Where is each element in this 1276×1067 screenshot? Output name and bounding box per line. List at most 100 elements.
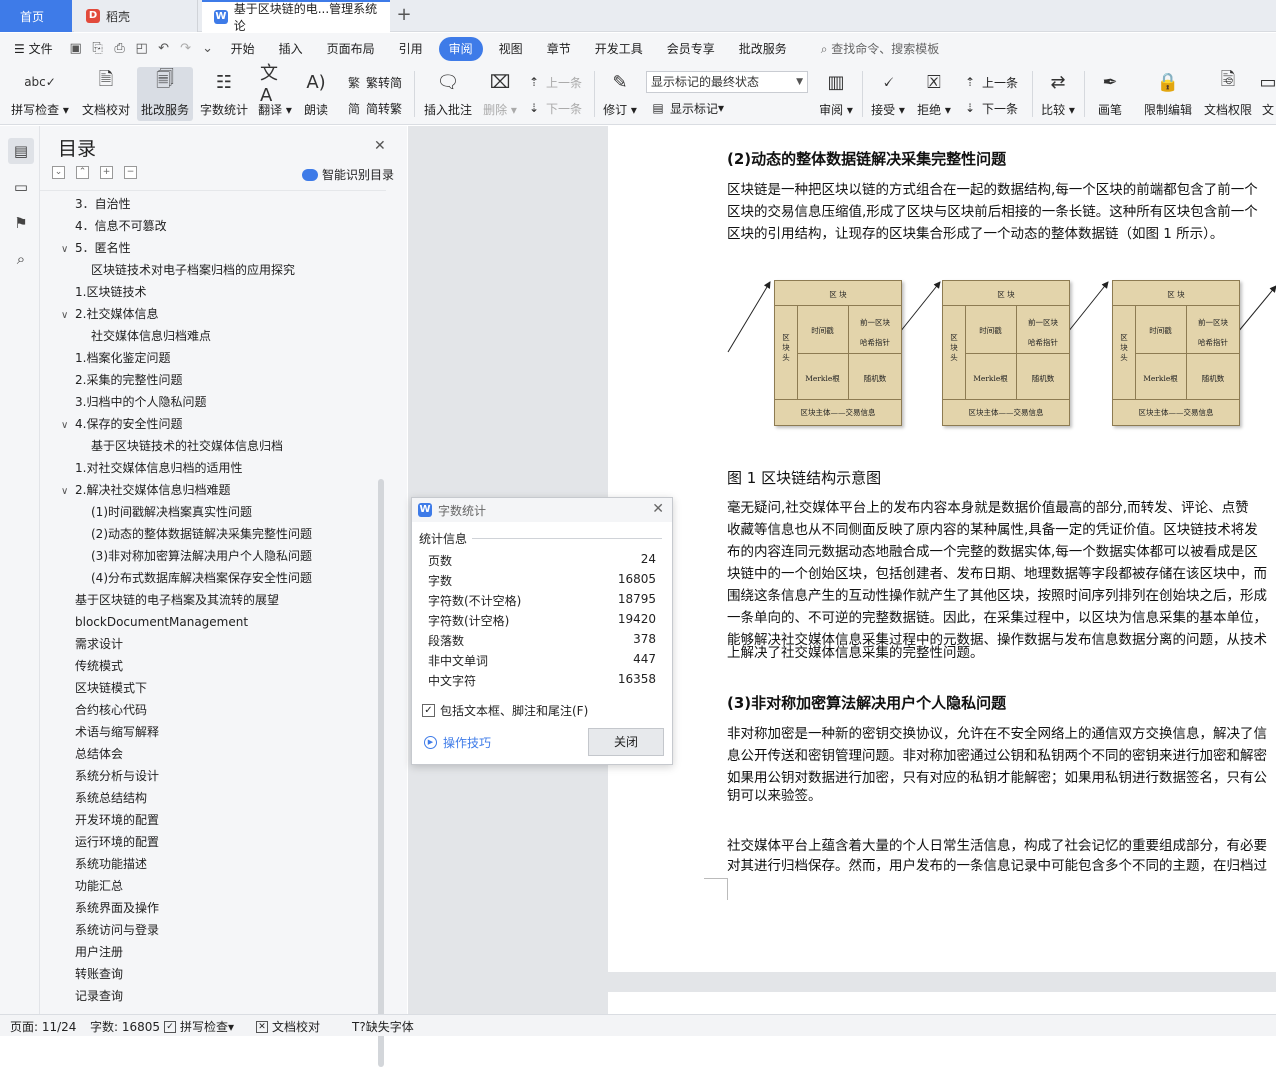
menu-start[interactable]: 开始 — [219, 37, 267, 61]
chevron-down-icon[interactable]: ∨ — [61, 305, 75, 327]
remove-heading-icon[interactable]: − — [124, 166, 137, 179]
toc-item[interactable]: 运行环境的配置 — [75, 831, 159, 853]
delete-comment-button[interactable]: ⌧ 删除 ▾ — [480, 67, 520, 121]
toc-item[interactable]: 区块链模式下 — [75, 677, 147, 699]
export-pdf-icon[interactable]: ⎘ — [87, 37, 109, 61]
menu-member[interactable]: 会员专享 — [655, 37, 727, 61]
trad-to-simp-button[interactable]: 繁繁转简 — [346, 71, 402, 93]
toc-item[interactable]: 区块链技术对电子档案归档的应用探究 — [91, 259, 295, 281]
print-preview-icon[interactable]: ◰ — [131, 37, 153, 61]
search-icon[interactable]: ⌕ — [8, 246, 34, 272]
chevron-down-icon[interactable]: ∨ — [61, 415, 75, 437]
navigation-panel-icon[interactable]: ▭ — [8, 174, 34, 200]
toc-item[interactable]: 总结体会 — [75, 743, 123, 765]
next-page[interactable] — [608, 992, 1276, 1014]
prev-comment-button[interactable]: ⇡ 上一条 — [526, 71, 582, 93]
smart-toc-button[interactable]: 智能识别目录 — [302, 166, 394, 183]
print-icon[interactable]: ⎙ — [109, 37, 131, 61]
file-menu[interactable]: ☰ 文件 — [0, 37, 65, 61]
review-pane-button[interactable]: ▥ 审阅 ▾ — [816, 67, 856, 121]
redo-icon[interactable]: ↷ — [175, 37, 197, 61]
toc-item[interactable]: (3)非对称加密算法解决用户个人隐私问题 — [91, 545, 312, 567]
prev-change-button[interactable]: ⇡ 上一条 — [962, 71, 1018, 93]
toc-item[interactable]: 记录查询 — [75, 985, 123, 1007]
toc-item[interactable]: (1)时间戳解决档案真实性问题 — [91, 501, 252, 523]
toc-item[interactable]: 需求设计 — [75, 633, 123, 655]
toc-item[interactable]: 合约核心代码 — [75, 699, 147, 721]
collapse-down-icon[interactable]: ⌄ — [52, 166, 65, 179]
proofread-button[interactable]: 🗎 文档校对 — [78, 67, 134, 121]
pen-button[interactable]: ✒ 画笔 — [1092, 67, 1128, 121]
toc-item[interactable]: 系统访问与登录 — [75, 919, 159, 941]
close-icon[interactable]: ✕ — [652, 501, 664, 517]
toc-item[interactable]: 基于区块链的电子档案及其流转的展望 — [75, 589, 279, 611]
toc-item[interactable]: 4．信息不可篡改 — [75, 215, 167, 237]
toc-item[interactable]: 3．自治性 — [75, 193, 131, 215]
page-indicator[interactable]: 页面: 11/24 — [10, 1018, 76, 1035]
toc-item[interactable]: (2)动态的整体数据链解决采集完整性问题 — [91, 523, 312, 545]
next-comment-button[interactable]: ⇣ 下一条 — [526, 97, 582, 119]
menu-insert[interactable]: 插入 — [267, 37, 315, 61]
toc-item[interactable]: 系统分析与设计 — [75, 765, 159, 787]
toc-item[interactable]: 用户注册 — [75, 941, 123, 963]
toc-item[interactable]: 1.区块链技术 — [75, 281, 146, 303]
toc-panel-icon[interactable]: ▤ — [8, 138, 34, 164]
correction-service-button[interactable]: 🗐 批改服务 — [137, 67, 193, 121]
status-proofread[interactable]: ✕ 文档校对 — [256, 1018, 320, 1035]
toc-item[interactable]: ∨ 2.社交媒体信息 — [61, 303, 158, 325]
toc-item[interactable]: blockDocumentManagement — [75, 611, 248, 633]
undo-icon[interactable]: ↶ — [153, 37, 175, 61]
status-missing-font[interactable]: T? 缺失字体 — [352, 1018, 414, 1035]
word-count-indicator[interactable]: 字数: 16805 — [90, 1018, 160, 1035]
document-page[interactable]: (2)动态的整体数据链解决采集完整性问题 区块链是一种把区块以链的方式组合在一起… — [608, 126, 1276, 972]
menu-dev-tools[interactable]: 开发工具 — [583, 37, 655, 61]
toc-item[interactable]: 基于区块链技术的社交媒体信息归档 — [91, 435, 283, 457]
menu-review[interactable]: 审阅 — [438, 37, 483, 61]
close-button[interactable]: 关闭 — [588, 728, 664, 756]
tab-daoke[interactable]: D 稻壳 — [74, 0, 198, 32]
next-change-button[interactable]: ⇣ 下一条 — [962, 97, 1018, 119]
spell-check-button[interactable]: abc✓ 拼写检查 ▾ — [10, 67, 70, 121]
toc-item[interactable]: 系统总结结构 — [75, 787, 147, 809]
translate-button[interactable]: 文A 翻译 ▾ — [255, 63, 295, 121]
tab-document[interactable]: W 基于区块链的电...管理系统 论 — [202, 0, 390, 33]
toc-item[interactable]: 转账查询 — [75, 963, 123, 985]
include-textbox-checkbox[interactable]: ✓ 包括文本框、脚注和尾注(F) — [422, 702, 588, 719]
tips-link[interactable]: ▶ 操作技巧 — [424, 734, 491, 751]
close-icon[interactable]: ✕ — [374, 138, 386, 154]
insert-comment-button[interactable]: 🗨 插入批注 — [420, 67, 476, 121]
expand-up-icon[interactable]: ⌃ — [76, 166, 89, 179]
reject-button[interactable]: 🗵 拒绝 ▾ — [914, 67, 954, 121]
menu-correction[interactable]: 批改服务 — [727, 37, 799, 61]
new-tab-plus-icon[interactable]: + — [394, 4, 414, 26]
menu-page-layout[interactable]: 页面布局 — [315, 37, 387, 61]
tab-home[interactable]: 首页 — [0, 0, 72, 32]
status-spell-check[interactable]: ✓ 拼写检查 ▾ — [164, 1018, 234, 1035]
toc-item[interactable]: ∨ 2.解决社交媒体信息归档难题 — [61, 479, 230, 501]
toc-item[interactable]: 系统功能描述 — [75, 853, 147, 875]
dialog-titlebar[interactable]: W 字数统计 ✕ — [412, 498, 672, 522]
toc-item[interactable]: (4)分布式数据库解决档案保存安全性问题 — [91, 567, 312, 589]
toc-item[interactable]: 3.归档中的个人隐私问题 — [75, 391, 206, 413]
read-aloud-button[interactable]: A) 朗读 — [298, 67, 334, 121]
chevron-down-icon[interactable]: ∨ — [61, 481, 75, 503]
save-icon[interactable]: ▣ — [65, 37, 87, 61]
toc-item[interactable]: 开发环境的配置 — [75, 809, 159, 831]
menu-section[interactable]: 章节 — [535, 37, 583, 61]
more-ribbon-button[interactable]: ▭ 文 — [1260, 67, 1276, 121]
toc-item[interactable]: 2.采集的完整性问题 — [75, 369, 182, 391]
toc-item[interactable]: 功能汇总 — [75, 875, 123, 897]
show-markup-button[interactable]: ▤ 显示标记 ▾ — [650, 97, 724, 119]
toc-scrollbar[interactable] — [378, 479, 384, 1067]
command-search[interactable]: ⌕ 查找命令、搜索模板 — [809, 37, 952, 61]
simp-to-trad-button[interactable]: 简简转繁 — [346, 97, 402, 119]
toc-item[interactable]: 1.对社交媒体信息归档的适用性 — [75, 457, 242, 479]
restrict-edit-button[interactable]: 🔒 限制编辑 — [1140, 67, 1196, 121]
toc-item[interactable]: ∨ 4.保存的安全性问题 — [61, 413, 182, 435]
accept-button[interactable]: 🗸 接受 ▾ — [868, 67, 908, 121]
bookmark-icon[interactable]: ⚑ — [8, 210, 34, 236]
toc-item[interactable]: 1.档案化鉴定问题 — [75, 347, 170, 369]
toc-item[interactable]: 术语与缩写解释 — [75, 721, 159, 743]
track-changes-button[interactable]: ✎ 修订 ▾ — [600, 67, 640, 121]
toc-item[interactable]: 社交媒体信息归档难点 — [91, 325, 211, 347]
